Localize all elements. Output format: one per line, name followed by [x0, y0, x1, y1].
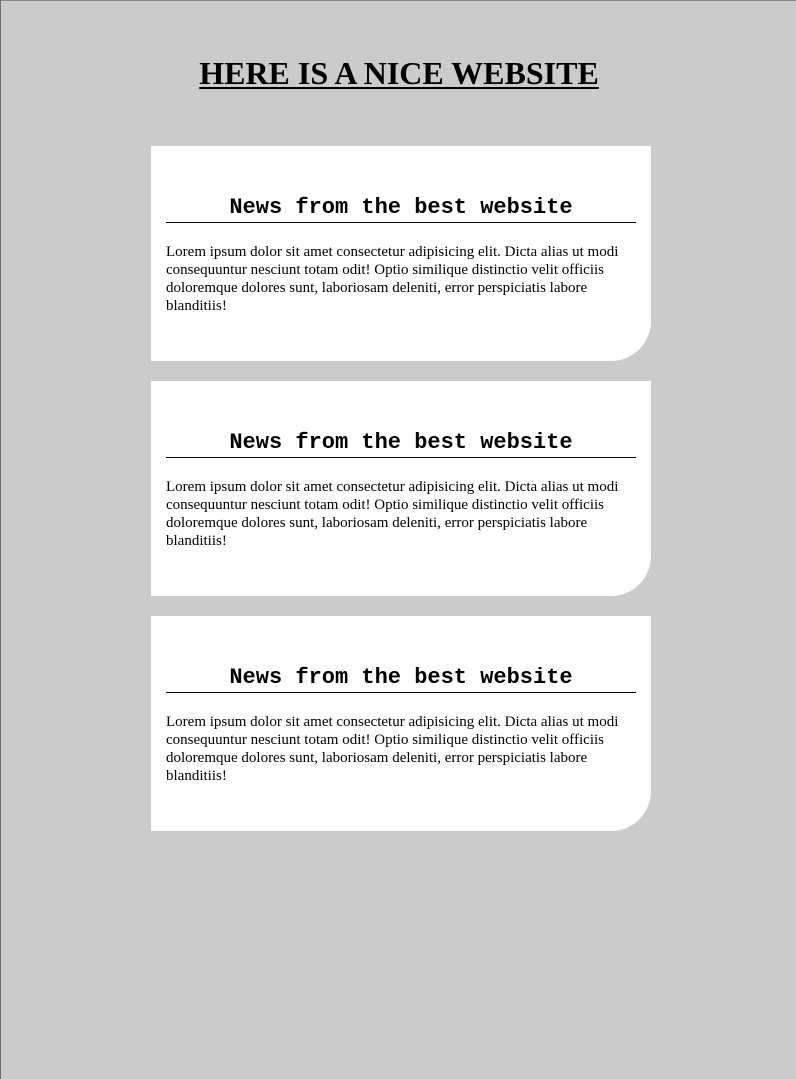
- news-card: News from the best website Lorem ipsum d…: [151, 381, 651, 596]
- news-card-body: Lorem ipsum dolor sit amet consectetur a…: [166, 714, 619, 784]
- news-card: News from the best website Lorem ipsum d…: [151, 146, 651, 361]
- news-card-body: Lorem ipsum dolor sit amet consectetur a…: [166, 244, 619, 314]
- news-card-heading: News from the best website: [166, 429, 636, 458]
- page-title: HERE IS A NICE WEBSITE: [199, 55, 599, 91]
- news-card-list: News from the best website Lorem ipsum d…: [151, 146, 651, 851]
- news-card-body: Lorem ipsum dolor sit amet consectetur a…: [166, 479, 619, 549]
- news-card-heading: News from the best website: [166, 664, 636, 693]
- news-card: News from the best website Lorem ipsum d…: [151, 616, 651, 831]
- news-card-heading: News from the best website: [166, 194, 636, 223]
